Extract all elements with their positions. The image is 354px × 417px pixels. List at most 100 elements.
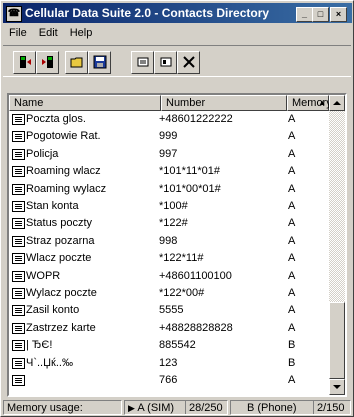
table-row[interactable]: Poczta glos. +48601222222 A xyxy=(9,111,327,127)
save-icon xyxy=(93,55,106,69)
contact-number: *100# xyxy=(159,200,188,212)
table-row[interactable]: Wylacz poczte *122*00# A xyxy=(9,285,327,301)
table-row[interactable]: Roaming wylacz *101*00*01# A xyxy=(9,181,327,197)
contact-number: *101*00*01# xyxy=(159,182,221,195)
arrow-up-icon xyxy=(333,101,341,105)
contact-memory: A xyxy=(288,217,296,230)
contact-memory: A xyxy=(288,321,296,334)
contact-name: Wlacz poczte xyxy=(26,252,92,265)
toolbar xyxy=(3,45,351,77)
column-header-number[interactable]: Number xyxy=(161,95,287,111)
menu-file[interactable]: File xyxy=(3,25,33,39)
title-bar[interactable]: ☎ Cellular Data Suite 2.0 - Contacts Dir… xyxy=(3,3,352,23)
table-row[interactable]: 766 A xyxy=(9,372,327,388)
contact-name: Straz pozarna xyxy=(26,234,95,247)
contact-name: Stan konta xyxy=(26,200,79,212)
edit-contact-button[interactable] xyxy=(154,51,177,74)
contact-memory: B xyxy=(288,356,296,369)
scroll-down-button[interactable] xyxy=(329,379,345,395)
contact-memory: A xyxy=(288,374,296,386)
memory-usage-label: Memory usage: xyxy=(3,400,122,415)
vertical-scrollbar[interactable] xyxy=(329,95,345,395)
contact-card-icon xyxy=(12,270,25,282)
contact-name: WOPR xyxy=(26,269,61,282)
contact-memory: A xyxy=(288,113,296,125)
contact-name: Ч`..Џќ..‰ xyxy=(26,356,73,369)
contact-memory: A xyxy=(288,304,296,317)
contact-name: Zastrzez karte xyxy=(26,321,96,334)
contact-name: Roaming wylacz xyxy=(26,182,107,195)
menu-help[interactable]: Help xyxy=(64,25,99,39)
pc-to-phone-button[interactable] xyxy=(36,51,59,74)
close-button[interactable]: × xyxy=(330,7,347,22)
contact-memory: A xyxy=(288,182,296,195)
contact-card-icon xyxy=(12,322,25,334)
contact-number: 766 xyxy=(159,374,178,386)
sim-memory-panel: ▶ A (SIM) 28/250 xyxy=(124,400,228,415)
contact-card-icon xyxy=(12,218,25,230)
contact-number: *122*11# xyxy=(159,252,204,265)
phone-memory-usage: 2/150 xyxy=(313,401,345,414)
minimize-button[interactable]: _ xyxy=(296,7,313,22)
column-header-name[interactable]: Name xyxy=(9,95,161,111)
table-row[interactable]: Straz pozarna 998 A xyxy=(9,233,327,249)
contact-memory: B xyxy=(288,339,296,352)
contact-memory: A xyxy=(288,252,296,265)
column-header-memory[interactable]: Memory ▲ xyxy=(287,95,332,111)
arrow-down-icon xyxy=(333,385,341,389)
table-row[interactable]: | ЂЄ! 885542 B xyxy=(9,337,327,353)
contact-card-icon xyxy=(12,166,25,178)
menu-edit[interactable]: Edit xyxy=(33,25,64,39)
contact-memory: A xyxy=(288,234,296,247)
main-window: ☎ Cellular Data Suite 2.0 - Contacts Dir… xyxy=(0,0,354,417)
contact-card-icon xyxy=(12,375,25,386)
table-row[interactable]: Policja 997 A xyxy=(9,146,327,162)
contact-memory: A xyxy=(288,147,296,160)
delete-button[interactable] xyxy=(177,51,200,74)
contact-number: +48828828828 xyxy=(159,321,233,334)
scroll-up-button[interactable] xyxy=(329,95,345,111)
contact-memory: A xyxy=(288,287,296,299)
open-folder-icon xyxy=(70,57,82,68)
save-button[interactable] xyxy=(88,51,111,74)
open-button[interactable] xyxy=(65,51,88,74)
table-row[interactable]: WOPR +48601100100 A xyxy=(9,268,327,284)
pc-to-phone-icon xyxy=(41,56,53,68)
contact-number: 885542 xyxy=(159,339,196,352)
contact-name: Pogotowie Rat. xyxy=(26,130,101,143)
table-row[interactable]: Zastrzez karte +48828828828 A xyxy=(9,320,327,336)
contact-name: Wylacz poczte xyxy=(26,287,97,299)
play-icon: ▶ xyxy=(128,403,135,413)
contacts-rows: Poczta glos. +48601222222 A Pogotowie Rat. 9… xyxy=(9,111,327,395)
table-row[interactable]: Status poczty *122# A xyxy=(9,215,327,231)
contact-memory: A xyxy=(288,269,296,282)
contact-name: | ЂЄ! xyxy=(26,339,53,352)
contact-memory: A xyxy=(288,200,296,212)
table-row[interactable]: Stan konta *100# A xyxy=(9,198,327,214)
contact-card-icon xyxy=(12,288,25,299)
table-row[interactable]: Pogotowie Rat. 999 A xyxy=(9,128,327,144)
window-title: Cellular Data Suite 2.0 - Contacts Direc… xyxy=(25,6,270,20)
scroll-thumb[interactable] xyxy=(329,302,345,379)
maximize-button[interactable]: □ xyxy=(312,7,329,22)
contact-number: +48601100100 xyxy=(159,269,232,282)
contact-card-icon xyxy=(12,235,25,247)
phone-to-pc-button[interactable] xyxy=(13,51,36,74)
contact-number: 5555 xyxy=(159,304,184,317)
contact-card-icon xyxy=(12,131,25,143)
sim-memory-usage: 28/250 xyxy=(185,401,223,414)
table-row[interactable]: Wlacz poczte *122*11# A xyxy=(9,250,327,266)
contact-card-icon xyxy=(12,148,25,160)
table-row[interactable]: Zasil konto 5555 A xyxy=(9,302,327,318)
contact-card-icon xyxy=(12,253,25,265)
table-row[interactable]: Roaming wlacz *101*11*01# A xyxy=(9,163,327,179)
table-row[interactable]: Ч`..Џќ..‰ 123 B xyxy=(9,355,327,371)
status-bar: Memory usage: ▶ A (SIM) 28/250 B (Phone)… xyxy=(3,400,353,416)
contacts-list[interactable]: Name Number Memory ▲ Poczta glos. +486012… xyxy=(7,93,347,397)
delete-icon xyxy=(182,56,195,68)
app-icon[interactable]: ☎ xyxy=(6,6,22,22)
contact-number: 999 xyxy=(159,130,178,143)
contact-name: Roaming wlacz xyxy=(26,165,101,178)
contact-number: 998 xyxy=(159,234,178,247)
new-contact-button[interactable] xyxy=(131,51,154,74)
